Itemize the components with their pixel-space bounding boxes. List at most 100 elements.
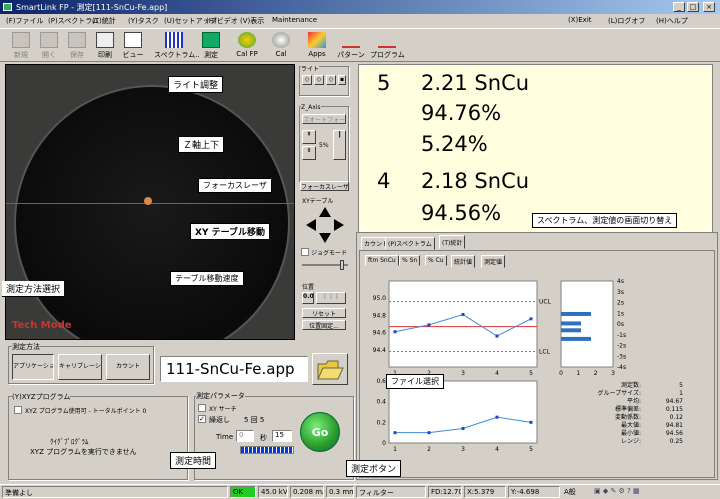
new-icon [12,32,30,48]
histogram-xtick: 1 [576,370,580,377]
open-file-button[interactable] [312,353,348,385]
preview-button[interactable]: ビュー [116,31,150,61]
app-icon [3,3,12,11]
progress-bar [240,446,294,454]
sn-chart-xtick: 4 [495,370,499,377]
sn-chart-point [427,323,431,327]
z-down-button[interactable]: ⇟ [302,146,316,160]
light-slot-1[interactable]: ◇ [302,75,312,85]
method-label: 測定方法 [12,342,40,352]
reset-button[interactable]: リセット [302,308,346,318]
focus-spot [144,197,152,205]
pattern-button[interactable]: パターン [334,31,368,61]
status-ma: 0.208 mA [290,486,324,498]
xyz-use-checkbox[interactable] [14,406,22,414]
range-chart-point [393,431,397,435]
z-up-button[interactable]: ⇞ [302,130,316,144]
stage-controls: ライト ◇ ◇ ◇ ▪ Z_Axis ズオートフォーカス ⇞ ⇟ 5% ┃ フォ… [297,64,353,340]
status-ready: 準備よし [2,486,228,498]
stat-label: 平均: [627,397,641,405]
xy-pad[interactable] [305,206,345,244]
calibration-button[interactable]: キャリブレーション [58,354,102,380]
light-slot-3[interactable]: ◇ [326,75,336,85]
sn-chart-ytick: 94.6 [373,330,387,337]
close-button[interactable]: × [703,2,715,12]
printer-icon [96,32,114,48]
position-settings-button[interactable]: 位置固定... [302,320,346,330]
sigma-label: 4s [617,278,624,285]
program-button[interactable]: プログラム [370,31,405,61]
cal-button[interactable]: Cal [264,31,298,61]
tab-stat-values[interactable]: 統計値 [451,255,476,268]
stat-label: 標準偏差: [615,405,641,413]
maximize-button[interactable]: □ [687,2,699,12]
go-button[interactable]: Go [300,412,340,452]
tab-sn[interactable]: % Sn [399,255,421,266]
tab-cu[interactable]: % Cu [425,255,447,266]
speed-slider-thumb[interactable] [340,260,344,270]
title-bar: SmartLink FP - 測定[111-SnCu-Fe.app] [0,0,720,14]
menu-view[interactable]: (V)表示 [240,16,264,26]
time-label: Time [216,433,234,441]
measure-button[interactable]: 測定 [194,31,228,61]
position-grid-button[interactable]: ⋮⋮⋮ [316,292,346,304]
menu-file[interactable]: (F)ファイル [6,16,44,26]
menu-help[interactable]: (H)ヘルプ [656,16,688,26]
menu-exit[interactable]: (X)Exit [568,16,592,24]
tab-measured[interactable]: 測定値 [481,255,506,268]
histogram-bar [561,336,591,341]
focus-laser-button[interactable]: フォーカスレーザー [300,181,349,191]
app-name-field[interactable]: 111-SnCu-Fe.app [160,356,308,382]
menu-video[interactable]: (H)ビデオ [206,16,238,26]
result-4-grade: 2.18 SnCu [421,169,530,193]
repeat-label: 繰返し [209,416,230,424]
status-filter: フィルター [356,486,426,498]
time-sec-label: 秒 [260,434,267,442]
chart-window: カウント (P)スペクトラム (T)統計 ftm SnCu % Sn % Cu … [356,232,718,480]
jog-mode-checkbox[interactable] [301,248,309,256]
menu-stats[interactable]: (T)統計 [92,16,116,26]
time-total-field[interactable]: 15 [272,430,292,442]
go-callout: 測定ボタン [346,460,402,477]
z-slider[interactable]: ┃ [333,130,346,160]
count-button[interactable]: カウント [106,354,150,380]
folder-icon [317,360,344,380]
open-label: 開く [42,51,56,59]
range-chart-xtick: 1 [393,446,397,453]
light-slot-2[interactable]: ◇ [314,75,324,85]
time-elapsed-field[interactable]: 0 [236,430,254,442]
menu-task[interactable]: (Y)タスク [128,16,159,26]
xy-search-checkbox[interactable] [198,404,206,412]
tab-stats[interactable]: (T)統計 [439,235,466,249]
new-label: 新規 [14,51,28,59]
cal-fp-button[interactable]: Cal FP [230,31,264,61]
result-5-grade: 2.21 SnCu [421,71,530,95]
camera-view[interactable]: Tech Mode [5,64,295,340]
sn-chart-point [529,317,533,321]
status-y: Y:-4.698 [508,486,560,498]
menu-logoff[interactable]: (L)ログオフ [608,16,645,26]
results-panel: 5 2.21 SnCu 94.76% 5.24% 4 2.18 SnCu 94.… [358,64,713,234]
apps-button[interactable]: Apps [300,31,334,61]
range-chart-point [495,415,499,419]
cal-fp-icon [238,32,256,48]
auto-focus-button[interactable]: ズオートフォーカス [302,114,346,124]
sigma-label: 2s [617,300,624,307]
position-value[interactable]: 0.0 [302,292,314,304]
tech-mode-label: Tech Mode [12,320,72,331]
application-button[interactable]: アプリケーション [12,354,54,380]
range-chart-xtick: 4 [495,446,499,453]
menu-maintenance[interactable]: Maintenance [272,16,317,24]
repeat-checkbox[interactable]: ✓ [198,415,206,423]
minimize-button[interactable]: _ [673,2,685,12]
tab-series[interactable]: ftm SnCu [365,255,399,266]
save-icon [68,32,86,48]
tab-spectrum[interactable]: (P)スペクトラム [385,237,435,250]
light-slot-4[interactable]: ▪ [338,75,346,85]
range-chart-plot-area [388,380,538,444]
range-chart-ytick: 0.2 [376,419,386,426]
spectrum-button[interactable]: スペクトラム.. [154,31,200,61]
result-5-index: 5 [377,71,391,95]
stat-value: 94.81 [666,422,683,429]
sigma-label: 1s [617,310,624,317]
